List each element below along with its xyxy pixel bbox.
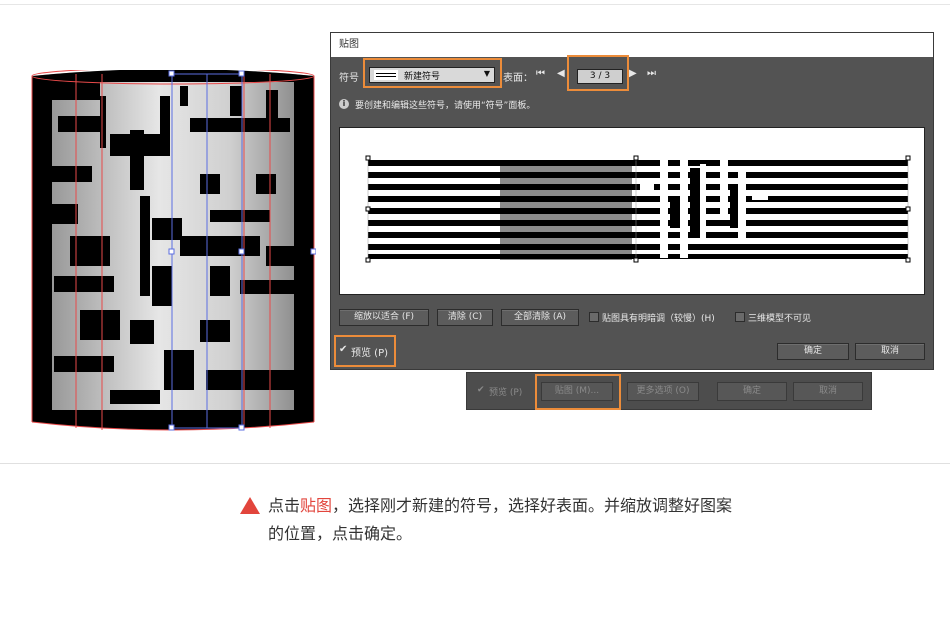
shade-artwork-label: 贴图具有明暗调（较慢）(H) bbox=[602, 314, 715, 324]
lower-ok-button[interactable]: 确定 bbox=[717, 382, 787, 401]
mapped-art-preview[interactable] bbox=[340, 128, 924, 294]
cylinder-3d-object[interactable] bbox=[30, 70, 316, 438]
scale-to-fit-button[interactable]: 缩放以适合 (F) bbox=[339, 309, 429, 326]
shade-artwork-checkbox[interactable] bbox=[589, 312, 599, 322]
clear-button[interactable]: 清除 (C) bbox=[437, 309, 493, 326]
more-options-button[interactable]: 更多选项 (O) bbox=[627, 382, 699, 401]
ok-button[interactable]: 确定 bbox=[777, 343, 849, 360]
lower-cancel-button[interactable]: 取消 bbox=[793, 382, 863, 401]
surface-label: 表面： bbox=[503, 73, 533, 84]
symbol-highlight bbox=[363, 58, 502, 88]
caption-rest: ，选择刚才新建的符号，选择好表面。并缩放调整好图案的位置，点击确定。 bbox=[268, 496, 733, 543]
next-surface-icon[interactable]: ▶ bbox=[629, 68, 637, 79]
lower-preview-label[interactable]: 预览 (P) bbox=[489, 385, 522, 398]
first-surface-icon[interactable]: ⏮ bbox=[536, 68, 545, 79]
invisible-geometry-label: 三维模型不可见 bbox=[748, 314, 812, 324]
preview-highlight bbox=[334, 335, 396, 367]
warning-triangle-icon bbox=[240, 497, 260, 514]
info-text: 要创建和编辑这些符号，请使用“符号”面板。 bbox=[355, 101, 536, 111]
surface-map-preview[interactable] bbox=[339, 127, 925, 295]
caption-prefix: 点击 bbox=[268, 496, 301, 515]
previous-surface-icon[interactable]: ◀ bbox=[557, 68, 565, 79]
check-icon-lower: ✔ bbox=[477, 385, 485, 395]
info-icon: i bbox=[339, 99, 349, 109]
cancel-button[interactable]: 取消 bbox=[855, 343, 925, 360]
symbol-label: 符号 bbox=[339, 73, 359, 84]
instruction-caption: 点击贴图，选择刚才新建的符号，选择好表面。并缩放调整好图案的位置，点击确定。 bbox=[268, 492, 748, 548]
caption-highlight: 贴图 bbox=[300, 496, 333, 515]
dialog-title: 贴图 bbox=[331, 33, 933, 57]
surface-highlight bbox=[567, 55, 629, 91]
last-surface-icon[interactable]: ⏭ bbox=[647, 68, 656, 79]
invisible-geometry-checkbox[interactable] bbox=[735, 312, 745, 322]
3d-options-dialog-strip: ✔ 预览 (P) 贴图 (M)... 更多选项 (O) 确定 取消 bbox=[466, 372, 872, 410]
map-art-highlight bbox=[535, 374, 621, 410]
clear-all-button[interactable]: 全部清除 (A) bbox=[501, 309, 579, 326]
